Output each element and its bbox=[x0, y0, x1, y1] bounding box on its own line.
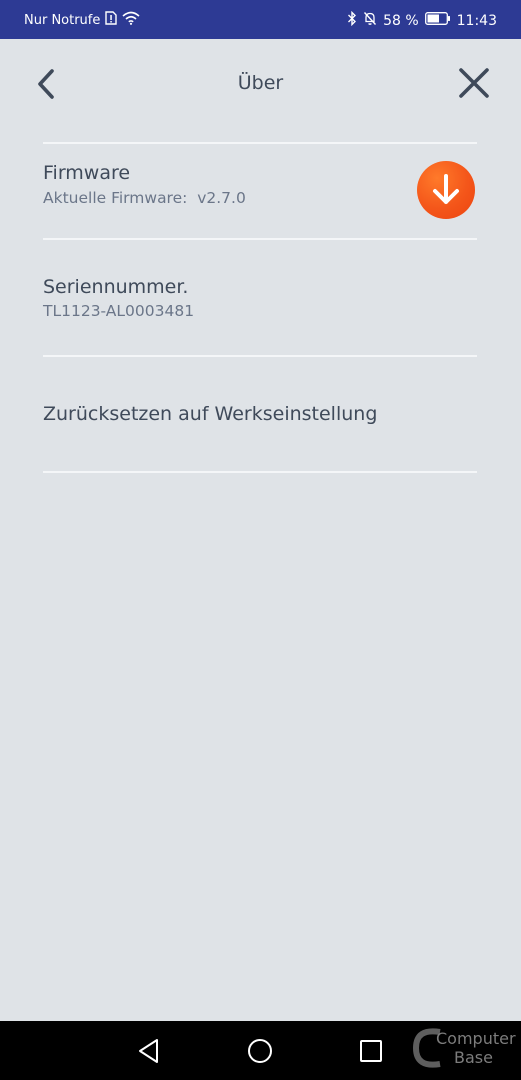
close-icon bbox=[459, 68, 489, 98]
firmware-download-button[interactable] bbox=[417, 161, 475, 219]
divider-reset bbox=[43, 471, 477, 473]
status-right: 58 % 11:43 bbox=[347, 10, 497, 30]
square-recents-icon bbox=[360, 1040, 382, 1062]
bluetooth-icon bbox=[347, 10, 357, 30]
wifi-icon bbox=[122, 11, 140, 29]
close-button[interactable] bbox=[456, 65, 492, 101]
header: Über bbox=[0, 39, 521, 129]
status-left: Nur Notrufe bbox=[24, 11, 140, 29]
nav-home-button[interactable] bbox=[244, 1035, 276, 1067]
battery-icon bbox=[424, 12, 451, 29]
divider-top bbox=[43, 142, 477, 144]
triangle-back-icon bbox=[139, 1039, 158, 1063]
sim-alert-icon bbox=[105, 11, 118, 29]
circle-home-icon bbox=[248, 1039, 272, 1063]
firmware-title: Firmware bbox=[43, 162, 131, 184]
firmware-version: Aktuelle Firmware: v2.7.0 bbox=[43, 189, 246, 207]
factory-reset-button[interactable]: Zurücksetzen auf Werkseinstellung bbox=[43, 403, 377, 425]
serial-value: TL1123-AL0003481 bbox=[43, 302, 195, 320]
nav-back-button[interactable] bbox=[133, 1035, 165, 1067]
status-bar: Nur Notrufe 58 % 11:43 bbox=[0, 0, 521, 39]
carrier-text: Nur Notrufe bbox=[24, 12, 101, 28]
clock: 11:43 bbox=[456, 12, 497, 29]
download-arrow-icon bbox=[433, 174, 459, 204]
watermark-text-bottom: Base bbox=[454, 1048, 493, 1067]
watermark-logo: Computer Base bbox=[410, 1026, 516, 1070]
nav-recents-button[interactable] bbox=[355, 1035, 387, 1067]
battery-percent: 58 % bbox=[383, 12, 419, 29]
muted-bell-icon bbox=[363, 11, 377, 30]
serial-title: Seriennummer. bbox=[43, 276, 189, 298]
divider-serial bbox=[43, 355, 477, 357]
divider-firmware bbox=[43, 238, 477, 240]
page-title: Über bbox=[237, 72, 284, 94]
watermark-text-top: Computer bbox=[436, 1029, 516, 1048]
